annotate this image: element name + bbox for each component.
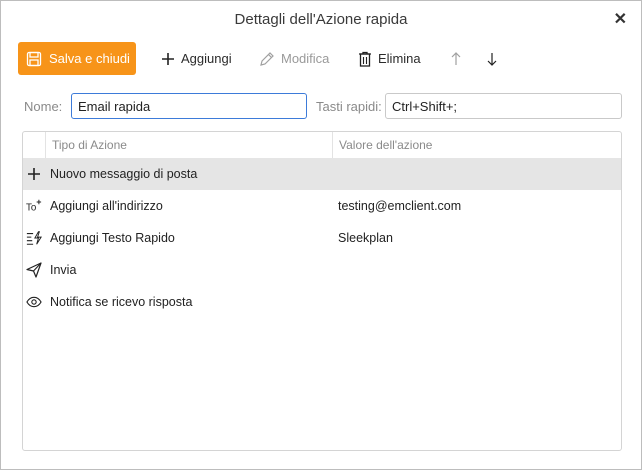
hotkey-input[interactable]: Ctrl+Shift+; xyxy=(385,93,622,119)
close-icon[interactable]: ✕ xyxy=(614,9,627,29)
action-type-cell: Aggiungi Testo Rapido xyxy=(50,231,175,245)
save-and-close-button[interactable]: Salva e chiudi xyxy=(18,42,136,75)
arrow-down-icon xyxy=(486,52,498,66)
arrow-up-icon xyxy=(450,51,462,66)
action-type-cell: Notifica se ricevo risposta xyxy=(50,295,193,309)
dialog-title: Dettagli dell'Azione rapida xyxy=(234,11,408,28)
table-row[interactable]: To Aggiungi all'indirizzo testing@emclie… xyxy=(23,190,621,222)
table-row[interactable]: Notifica se ricevo risposta xyxy=(23,286,621,318)
add-recipient-icon: To xyxy=(26,198,42,214)
table-row[interactable]: Invia xyxy=(23,254,621,286)
action-value-cell: Sleekplan xyxy=(338,231,393,245)
plus-icon xyxy=(161,52,175,66)
quick-text-icon xyxy=(26,230,42,246)
quick-action-dialog: Dettagli dell'Azione rapida ✕ Salva e ch… xyxy=(0,0,642,470)
add-label: Aggiungi xyxy=(181,51,232,66)
save-and-close-label: Salva e chiudi xyxy=(49,51,130,66)
send-icon xyxy=(26,262,42,278)
table-header: Tipo di Azione Valore dell'azione xyxy=(23,132,621,159)
action-type-cell: Invia xyxy=(50,263,77,277)
delete-button[interactable]: Elimina xyxy=(358,42,421,75)
save-icon xyxy=(26,51,42,67)
action-value-cell: testing@emclient.com xyxy=(338,199,462,213)
add-button[interactable]: Aggiungi xyxy=(161,42,232,75)
edit-button[interactable]: Modifica xyxy=(259,42,329,75)
plus-icon xyxy=(26,166,42,182)
eye-icon xyxy=(26,294,42,310)
table-row[interactable]: Aggiungi Testo Rapido Sleekplan xyxy=(23,222,621,254)
hotkey-label: Tasti rapidi: xyxy=(316,99,382,114)
trash-icon xyxy=(358,51,372,67)
action-type-cell: Aggiungi all'indirizzo xyxy=(50,199,163,213)
delete-label: Elimina xyxy=(378,51,421,66)
svg-text:To: To xyxy=(26,202,37,213)
move-down-button[interactable] xyxy=(486,42,504,75)
name-label: Nome: xyxy=(24,99,63,114)
edit-label: Modifica xyxy=(281,51,330,66)
actions-table: Tipo di Azione Valore dell'azione Nuovo … xyxy=(22,131,622,451)
table-row[interactable]: Nuovo messaggio di posta xyxy=(23,158,621,190)
column-header-action-type[interactable]: Tipo di Azione xyxy=(45,132,332,158)
action-type-cell: Nuovo messaggio di posta xyxy=(50,167,198,181)
move-up-button[interactable] xyxy=(450,42,468,75)
pencil-icon xyxy=(259,51,275,67)
column-header-action-value[interactable]: Valore dell'azione xyxy=(332,132,432,158)
toolbar: Salva e chiudi Aggiungi Modifica Elimina xyxy=(18,42,641,75)
name-input[interactable]: Email rapida xyxy=(71,93,307,119)
